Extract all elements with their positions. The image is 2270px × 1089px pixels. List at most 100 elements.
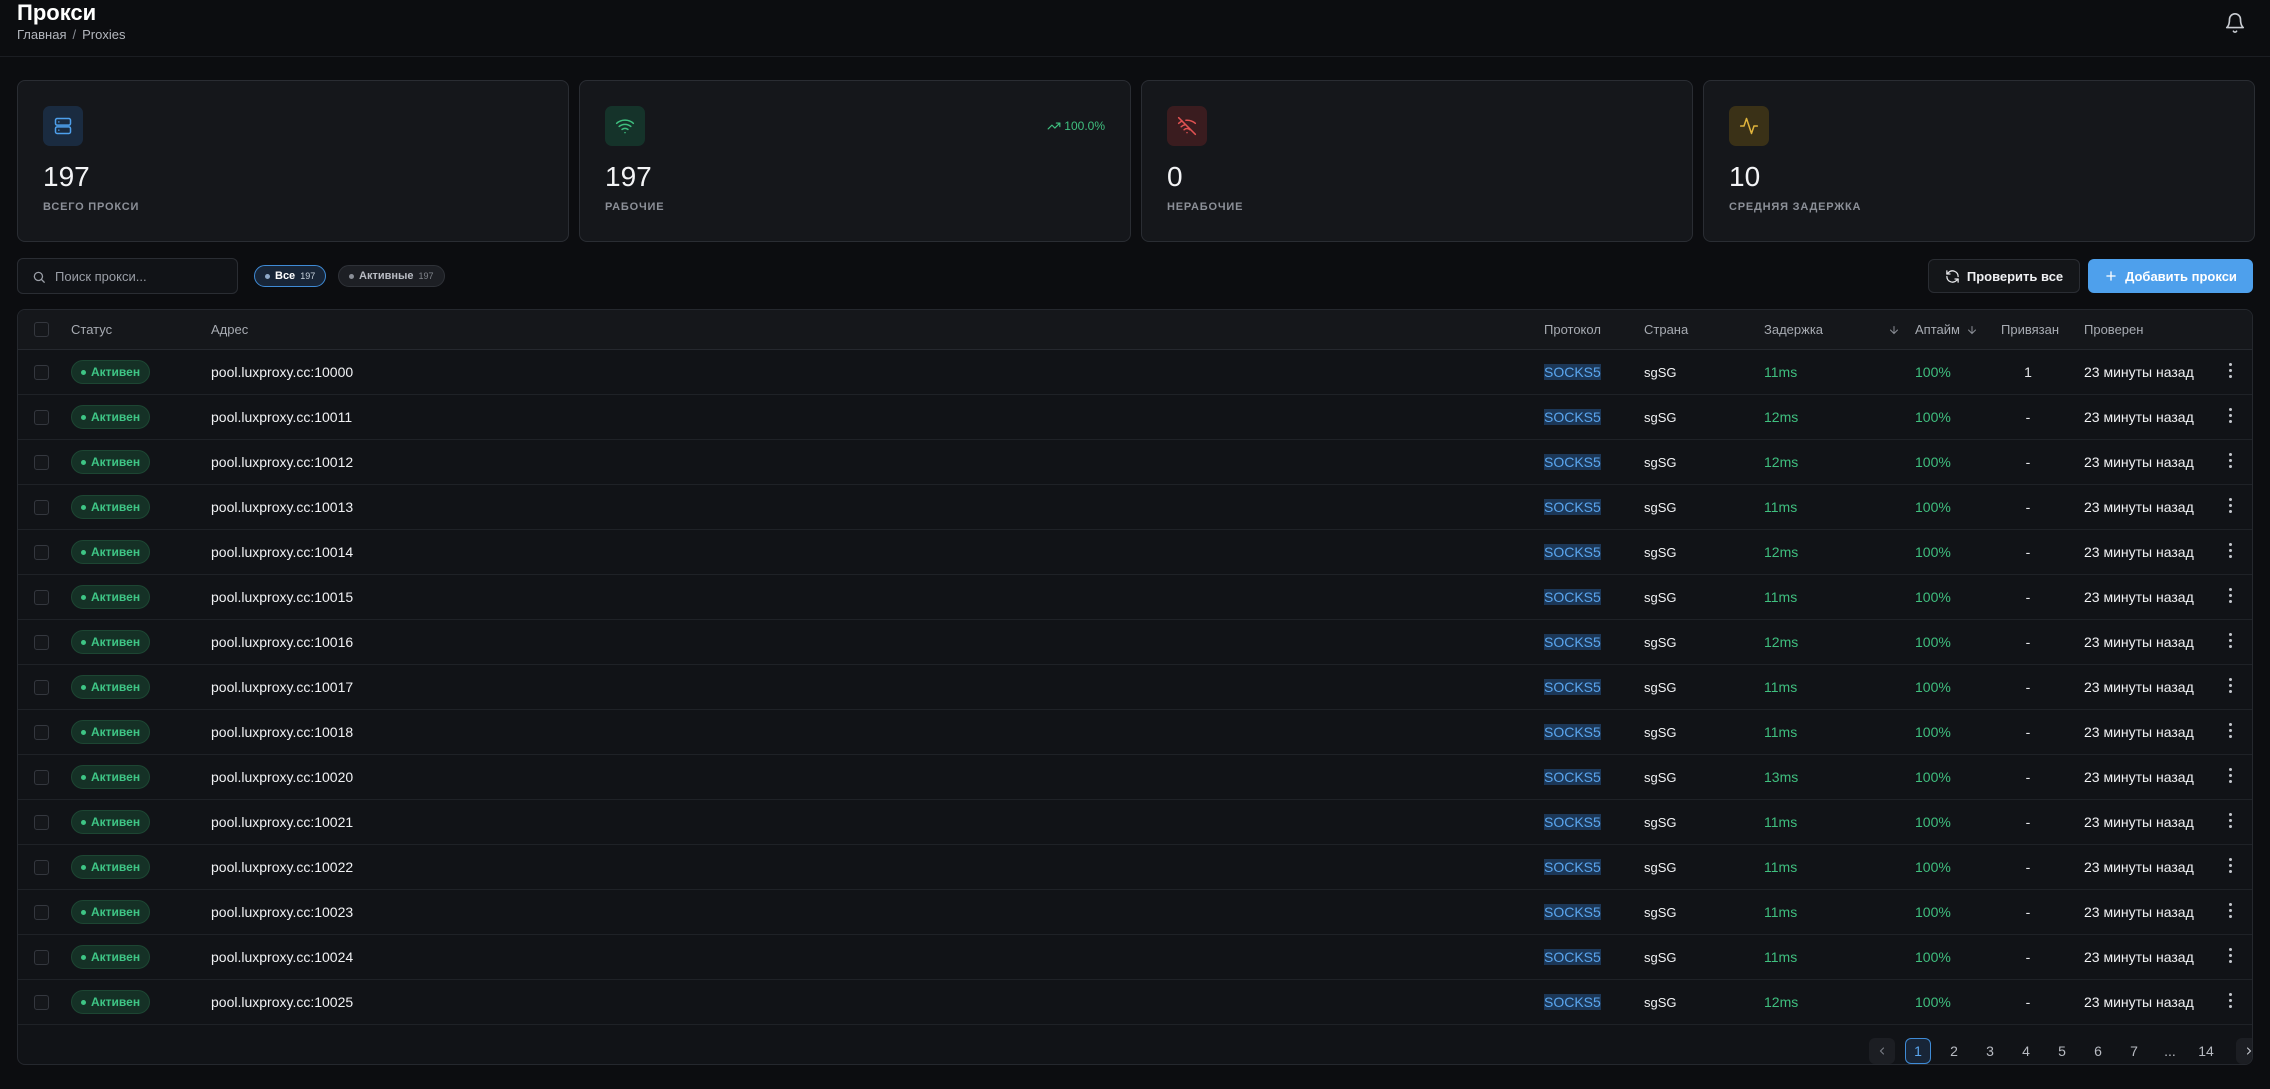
notification-bell-icon[interactable] (2224, 12, 2246, 34)
address-cell: pool.luxproxy.cc:10017 (211, 679, 354, 695)
table-row[interactable]: Активен pool.luxproxy.cc:10000 SOCKS5 sgSG 1… (18, 350, 2252, 395)
select-all-checkbox[interactable] (34, 322, 49, 337)
row-checkbox[interactable] (34, 725, 49, 740)
table-row[interactable]: Активен pool.luxproxy.cc:10023 SOCKS5 sgSG 1… (18, 890, 2252, 935)
row-checkbox[interactable] (34, 590, 49, 605)
table-row[interactable]: Активен pool.luxproxy.cc:10011 SOCKS5 sgSG 1… (18, 395, 2252, 440)
status-dot (81, 414, 86, 420)
table-row[interactable]: Активен pool.luxproxy.cc:10013 SOCKS5 sgSG 1… (18, 485, 2252, 530)
row-checkbox[interactable] (34, 815, 49, 830)
column-country[interactable]: Страна (1644, 322, 1688, 337)
add-proxy-button[interactable]: Добавить прокси (2088, 259, 2253, 293)
more-actions-icon[interactable] (2229, 948, 2233, 966)
page-button[interactable]: 3 (1977, 1038, 2003, 1064)
column-bound[interactable]: Привязан (2001, 322, 2059, 337)
sort-down-icon (1967, 325, 1976, 334)
table-row[interactable]: Активен pool.luxproxy.cc:10024 SOCKS5 sgSG 1… (18, 935, 2252, 980)
column-latency[interactable]: Задержка (1764, 322, 1900, 337)
table-row[interactable]: Активен pool.luxproxy.cc:10017 SOCKS5 sgSG 1… (18, 665, 2252, 710)
address-cell: pool.luxproxy.cc:10012 (211, 454, 354, 470)
next-page-button[interactable] (2236, 1038, 2252, 1064)
search-input[interactable]: Поиск прокси... (17, 258, 238, 294)
latency-cell: 12ms (1764, 544, 1799, 560)
column-protocol[interactable]: Протокол (1544, 322, 1601, 337)
protocol-cell: SOCKS5 (1544, 544, 1601, 560)
more-actions-icon[interactable] (2229, 363, 2233, 381)
column-status[interactable]: Статус (71, 322, 112, 337)
row-checkbox[interactable] (34, 545, 49, 560)
check-all-button[interactable]: Проверить все (1928, 259, 2080, 293)
stat-card-working: 100.0% 197 РАБОЧИЕ (579, 80, 1131, 242)
page-button[interactable]: 14 (2193, 1038, 2219, 1064)
address-cell: pool.luxproxy.cc:10020 (211, 769, 354, 785)
row-checkbox[interactable] (34, 950, 49, 965)
row-checkbox[interactable] (34, 455, 49, 470)
column-label: Адрес (211, 322, 249, 337)
bound-cell: - (2025, 634, 2031, 650)
row-checkbox[interactable] (34, 770, 49, 785)
row-checkbox[interactable] (34, 635, 49, 650)
protocol-label: SOCKS5 (1544, 949, 1601, 965)
row-checkbox[interactable] (34, 860, 49, 875)
more-actions-icon[interactable] (2229, 858, 2233, 876)
protocol-cell: SOCKS5 (1544, 949, 1601, 965)
more-actions-icon[interactable] (2229, 903, 2233, 921)
column-address[interactable]: Адрес (211, 322, 248, 337)
table-row[interactable]: Активен pool.luxproxy.cc:10020 SOCKS5 sgSG 1… (18, 755, 2252, 800)
prev-page-button[interactable] (1869, 1038, 1895, 1064)
filter-chip-active[interactable]: Активные 197 (338, 265, 445, 287)
more-actions-icon[interactable] (2229, 678, 2233, 696)
breadcrumb-home[interactable]: Главная (17, 27, 66, 42)
filter-chip-all[interactable]: Все 197 (254, 265, 327, 287)
table-row[interactable]: Активен pool.luxproxy.cc:10018 SOCKS5 sgSG 1… (18, 710, 2252, 755)
checked-cell: 23 минуты назад (2084, 994, 2194, 1010)
stat-label: СРЕДНЯЯ ЗАДЕРЖКА (1729, 201, 1862, 213)
page-button[interactable]: 6 (2085, 1038, 2111, 1064)
table-row[interactable]: Активен pool.luxproxy.cc:10014 SOCKS5 sgSG 1… (18, 530, 2252, 575)
more-actions-icon[interactable] (2229, 723, 2233, 741)
page-button[interactable]: 4 (2013, 1038, 2039, 1064)
row-checkbox[interactable] (34, 365, 49, 380)
latency-cell: 12ms (1764, 454, 1799, 470)
more-actions-icon[interactable] (2229, 498, 2233, 516)
protocol-cell: SOCKS5 (1544, 409, 1601, 425)
page-button[interactable]: 1 (1905, 1038, 1931, 1064)
country-cell: sgSG (1644, 725, 1677, 740)
page-button[interactable]: 7 (2121, 1038, 2147, 1064)
address-cell: pool.luxproxy.cc:10021 (211, 814, 354, 830)
more-actions-icon[interactable] (2229, 768, 2233, 786)
more-actions-icon[interactable] (2229, 453, 2233, 471)
bound-cell: - (2025, 814, 2031, 830)
more-actions-icon[interactable] (2229, 993, 2233, 1011)
stat-label: ВСЕГО ПРОКСИ (43, 201, 140, 213)
table-row[interactable]: Активен pool.luxproxy.cc:10012 SOCKS5 sgSG 1… (18, 440, 2252, 485)
page-button[interactable]: 2 (1941, 1038, 1967, 1064)
address-cell: pool.luxproxy.cc:10014 (211, 544, 354, 560)
row-checkbox[interactable] (34, 680, 49, 695)
page-button[interactable]: 5 (2049, 1038, 2075, 1064)
stat-card-latency: 10 СРЕДНЯЯ ЗАДЕРЖКА (1703, 80, 2255, 242)
table-row[interactable]: Активен pool.luxproxy.cc:10015 SOCKS5 sgSG 1… (18, 575, 2252, 620)
table-row[interactable]: Активен pool.luxproxy.cc:10021 SOCKS5 sgSG 1… (18, 800, 2252, 845)
status-badge: Активен (71, 720, 151, 744)
column-uptime[interactable]: Аптайм (1915, 322, 1978, 337)
row-checkbox[interactable] (34, 500, 49, 515)
more-actions-icon[interactable] (2229, 408, 2233, 426)
row-checkbox[interactable] (34, 995, 49, 1010)
more-actions-icon[interactable] (2229, 543, 2233, 561)
more-actions-icon[interactable] (2229, 588, 2233, 606)
checked-cell: 23 минуты назад (2084, 724, 2194, 740)
checked-cell: 23 минуты назад (2084, 814, 2194, 830)
stat-trend: 100.0% (1047, 119, 1105, 133)
protocol-label: SOCKS5 (1544, 859, 1601, 875)
protocol-label: SOCKS5 (1544, 679, 1601, 695)
more-actions-icon[interactable] (2229, 813, 2233, 831)
row-checkbox[interactable] (34, 905, 49, 920)
row-checkbox[interactable] (34, 410, 49, 425)
refresh-icon (1946, 269, 1959, 283)
column-checked[interactable]: Проверен (2084, 322, 2143, 337)
table-row[interactable]: Активен pool.luxproxy.cc:10025 SOCKS5 sgSG 1… (18, 980, 2252, 1025)
table-row[interactable]: Активен pool.luxproxy.cc:10016 SOCKS5 sgSG 1… (18, 620, 2252, 665)
table-row[interactable]: Активен pool.luxproxy.cc:10022 SOCKS5 sgSG 1… (18, 845, 2252, 890)
more-actions-icon[interactable] (2229, 633, 2233, 651)
